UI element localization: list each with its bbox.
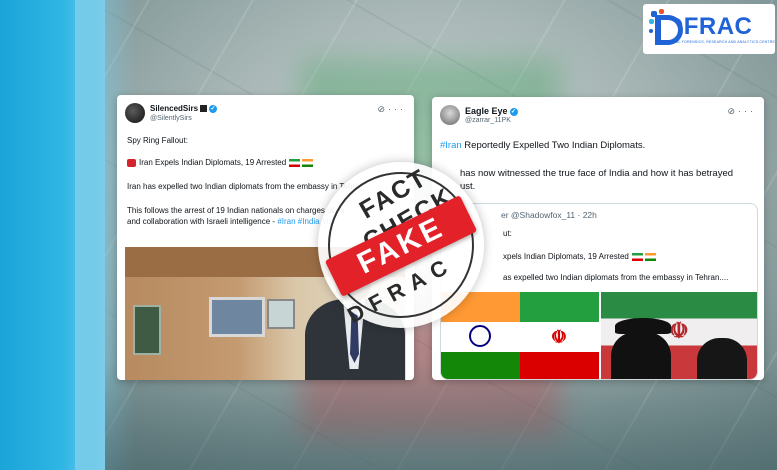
quoted-tweet-header: er @Shadowfox_11 · 22h bbox=[501, 210, 597, 220]
tweet-text-line: and collaboration with Israeli intellige… bbox=[127, 217, 336, 226]
tweet-text-line: Iran Expels Indian Diplomats, 19 Arreste… bbox=[127, 157, 314, 168]
india-flag-icon bbox=[645, 252, 657, 261]
author-handle: @zarrar_11PK bbox=[465, 117, 511, 124]
dfrac-logo-icon bbox=[649, 9, 683, 49]
quoted-text-line: xpels Indian Diplomats, 19 Arrested bbox=[503, 251, 657, 262]
more-icon: ··· bbox=[388, 104, 406, 114]
grok-icon: ⊘ bbox=[727, 106, 738, 116]
verified-badge-icon: ✓ bbox=[509, 107, 518, 116]
india-iran-flags-image[interactable]: ☫ bbox=[441, 292, 599, 379]
embassy-sign bbox=[133, 305, 161, 355]
author-name: Eagle Eye bbox=[465, 106, 508, 116]
author-name: SilencedSirs bbox=[150, 104, 199, 113]
spy-hat-icon bbox=[615, 318, 671, 334]
logo-subtitle: DIGITAL FORENSICS, RESEARCH AND ANALYTIC… bbox=[665, 39, 775, 44]
grok-icon: ⊘ bbox=[377, 104, 388, 114]
fact-check-fake-stamp: FACT CHECK ★ ★ FAKE DFRAC bbox=[318, 162, 484, 328]
tweet-header-actions: ⊘··· bbox=[727, 106, 756, 117]
avatar bbox=[440, 105, 460, 125]
quoted-text-line: as expelled two Indian diplomats from th… bbox=[503, 273, 729, 282]
tweet-header: Eagle Eye ✓ @zarrar_11PK ⊘··· bbox=[432, 97, 764, 133]
quoted-tweet[interactable]: er @Shadowfox_11 · 22h ut: xpels Indian … bbox=[440, 203, 758, 380]
tweet-author: Eagle Eye ✓ bbox=[465, 106, 518, 116]
india-flag-icon bbox=[302, 158, 314, 167]
quoted-text-line: ut: bbox=[503, 229, 512, 238]
tweet-text-line: #Iran Reportedly Expelled Two Indian Dip… bbox=[440, 140, 646, 151]
tweet-text-line: Iran has expelled two Indian diplomats f… bbox=[127, 182, 360, 191]
alarm-emoji-icon bbox=[127, 158, 136, 167]
more-icon: ··· bbox=[738, 106, 756, 116]
avatar bbox=[125, 103, 145, 123]
left-blue-band bbox=[0, 0, 135, 470]
tweet-header: SilencedSirs ✓ @SilentlySirs ⊘··· bbox=[117, 95, 414, 131]
iran-flag-icon bbox=[289, 158, 301, 167]
tweet-header-actions: ⊘··· bbox=[377, 104, 406, 115]
quoted-images: ☫ ☫ bbox=[441, 292, 757, 379]
tweet-text-line: Spy Ring Fallout: bbox=[127, 136, 188, 145]
iran-emblem-icon: ☫ bbox=[669, 318, 689, 343]
tweet-text-line: has now witnessed the true face of India… bbox=[460, 168, 734, 179]
embassy-plaque bbox=[267, 299, 295, 329]
iran-emblem-icon: ☫ bbox=[550, 327, 568, 347]
ashoka-chakra-icon bbox=[469, 325, 491, 347]
tweet-author: SilencedSirs ✓ bbox=[150, 104, 218, 113]
spy-silhouette-image[interactable]: ☫ bbox=[601, 292, 757, 379]
tweet-text-line: This follows the arrest of 19 Indian nat… bbox=[127, 206, 345, 215]
square-emoji-icon bbox=[200, 105, 208, 113]
dfrac-logo: DFRAC DIGITAL FORENSICS, RESEARCH AND AN… bbox=[643, 4, 775, 54]
embassy-window bbox=[209, 297, 265, 337]
author-handle: @SilentlySirs bbox=[150, 115, 192, 122]
iran-flag-icon bbox=[632, 252, 644, 261]
verified-badge-icon: ✓ bbox=[209, 104, 218, 113]
